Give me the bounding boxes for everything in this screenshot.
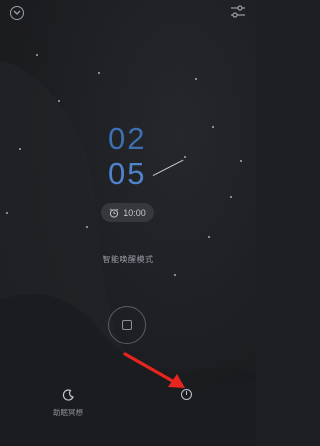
star [98, 72, 100, 74]
star [184, 156, 186, 158]
alarm-clock-icon [109, 208, 119, 218]
star [195, 78, 197, 80]
star [212, 126, 214, 128]
smart-wake-mode-label: 智能唤醒模式 [102, 255, 154, 264]
star [19, 148, 21, 150]
star [58, 100, 60, 102]
alarm-time-pill[interactable]: 10:00 [101, 203, 154, 222]
settings-sliders-icon[interactable] [230, 5, 246, 19]
star [240, 160, 242, 162]
chevron-down-icon[interactable] [10, 6, 24, 20]
star [86, 226, 88, 228]
star [230, 196, 232, 198]
alarm-time: 10:00 [123, 207, 146, 218]
clock-minute: 05 [108, 156, 147, 191]
star [6, 212, 8, 214]
star [36, 54, 38, 56]
alarm-screen: 02 05 10:00 智能唤醒模式 助眠冥想 [0, 0, 256, 446]
moon-icon [62, 389, 74, 401]
star [208, 236, 210, 238]
stop-icon [122, 320, 132, 330]
stop-button[interactable] [108, 306, 146, 344]
annotation-arrow [123, 352, 185, 388]
star [174, 274, 176, 276]
sleep-meditation-label: 助眠冥想 [53, 408, 83, 417]
clock-hour: 02 [108, 121, 147, 156]
sleep-meditation-button[interactable]: 助眠冥想 [38, 388, 98, 418]
